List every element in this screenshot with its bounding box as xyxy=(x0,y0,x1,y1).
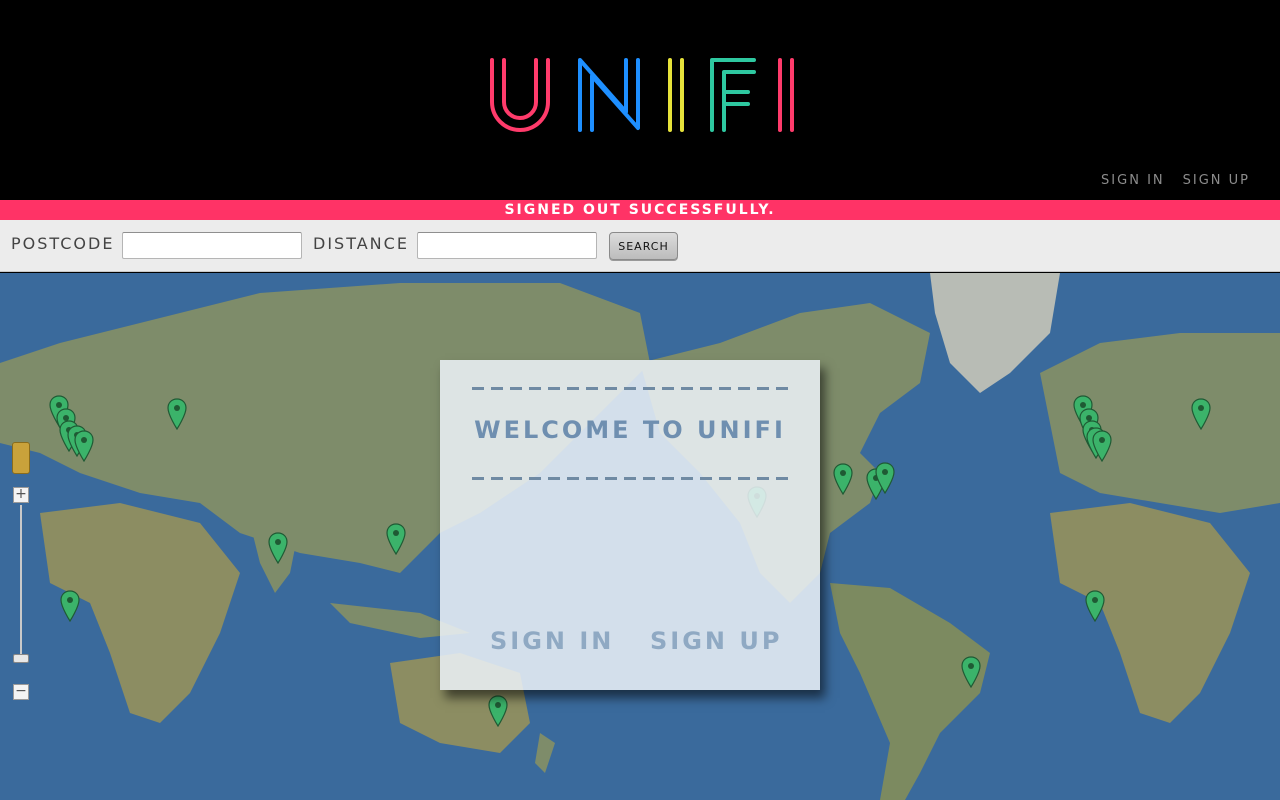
street-view-pegman-icon[interactable] xyxy=(12,442,30,474)
welcome-card: WELCOME TO UNIFI SIGN IN SIGN UP xyxy=(440,360,820,690)
flash-message: SIGNED OUT SUCCESSFULLY. xyxy=(0,200,1280,220)
zoom-out-button[interactable]: − xyxy=(13,684,29,700)
zoom-slider-track[interactable] xyxy=(20,505,22,655)
welcome-sign-in-link[interactable]: SIGN IN xyxy=(490,627,614,655)
map-marker-pin-icon[interactable] xyxy=(1085,590,1105,622)
header-sign-in-link[interactable]: SIGN IN xyxy=(1101,173,1165,188)
map-marker-pin-icon[interactable] xyxy=(386,523,406,555)
divider-bottom xyxy=(472,477,788,480)
map-marker-pin-icon[interactable] xyxy=(961,656,981,688)
welcome-sign-up-link[interactable]: SIGN UP xyxy=(650,627,782,655)
map-marker-pin-icon[interactable] xyxy=(1191,398,1211,430)
header-nav: SIGN IN SIGN UP xyxy=(1101,173,1250,188)
distance-label: DISTANCE xyxy=(313,234,409,253)
map-marker-pin-icon[interactable] xyxy=(875,462,895,494)
map-marker-pin-icon[interactable] xyxy=(488,695,508,727)
header-sign-up-link[interactable]: SIGN UP xyxy=(1183,173,1250,188)
search-button[interactable]: SEARCH xyxy=(609,232,678,260)
map-marker-pin-icon[interactable] xyxy=(74,430,94,462)
postcode-input[interactable] xyxy=(122,232,302,259)
map-marker-pin-icon[interactable] xyxy=(167,398,187,430)
map-marker-pin-icon[interactable] xyxy=(60,590,80,622)
map-marker-pin-icon[interactable] xyxy=(1092,430,1112,462)
map-marker-pin-icon[interactable] xyxy=(833,463,853,495)
zoom-in-button[interactable]: + xyxy=(13,487,29,503)
divider-top xyxy=(472,387,788,390)
site-header: SIGN IN SIGN UP xyxy=(0,0,1280,200)
postcode-label: POSTCODE xyxy=(11,234,115,253)
welcome-title: WELCOME TO UNIFI xyxy=(474,416,786,444)
zoom-slider-thumb[interactable] xyxy=(13,654,29,663)
search-bar: POSTCODE DISTANCE SEARCH xyxy=(0,220,1280,272)
unifi-logo xyxy=(490,58,794,132)
map-marker-pin-icon[interactable] xyxy=(268,532,288,564)
distance-input[interactable] xyxy=(417,232,597,259)
world-map[interactable]: + − WELCOME TO UNIFI SIGN IN SIGN UP xyxy=(0,273,1280,800)
